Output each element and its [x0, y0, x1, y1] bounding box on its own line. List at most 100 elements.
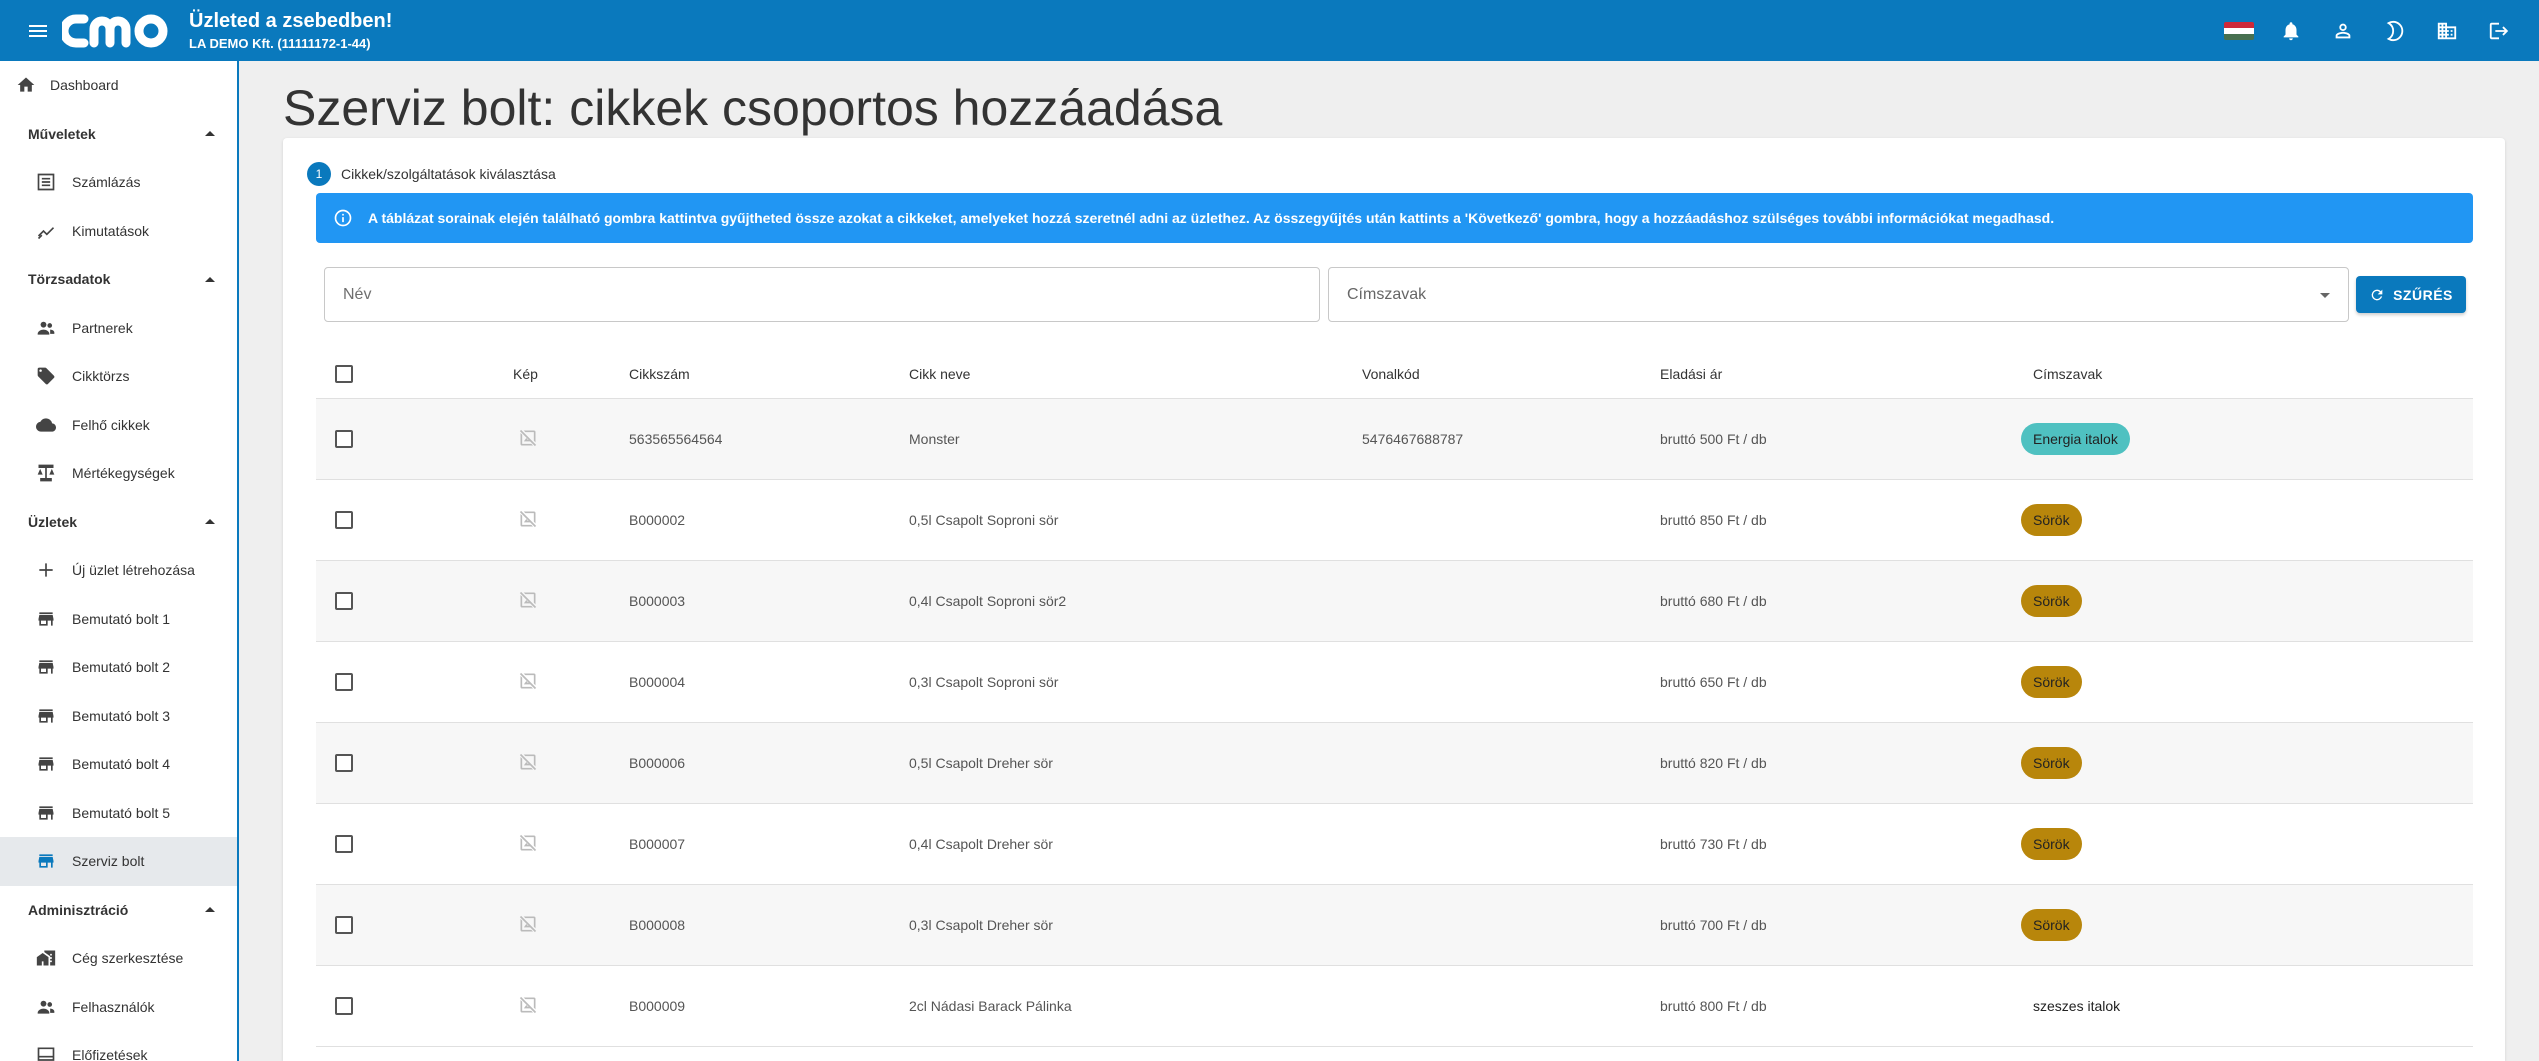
sidebar-item-label: Bemutató bolt 2 — [72, 659, 171, 676]
name-field[interactable] — [324, 267, 1320, 322]
sidebar-item-bolt-3[interactable]: Bemutató bolt 3 — [0, 692, 237, 741]
sidebar-section-adminisztracio[interactable]: Adminisztráció — [0, 886, 237, 935]
app-title: Üzleted a zsebedben! — [189, 9, 393, 32]
dropdown-arrow-icon[interactable] — [2320, 293, 2330, 298]
bell-icon[interactable] — [2265, 5, 2317, 57]
cell-cimszavak: Sörök — [2021, 504, 2082, 536]
sidebar-item-kimutatasok[interactable]: Kimutatások — [0, 207, 237, 256]
sidebar-section-muveletek[interactable]: Műveletek — [0, 110, 237, 159]
sidebar-item-elofizetesek[interactable]: Előfizetések — [0, 1031, 237, 1061]
sidebar-item-partnerek[interactable]: Partnerek — [0, 304, 237, 353]
table-row[interactable]: B000002 0,5l Csapolt Soproni sör bruttó 85… — [316, 480, 2473, 561]
table-row[interactable]: 563565564564 Monster 5476467688787 bruttó 5… — [316, 399, 2473, 480]
cell-vonalkod: 5476467688787 — [1362, 431, 1464, 447]
cell-cimszavak: Sörök — [2021, 585, 2082, 617]
hungarian-flag-icon[interactable] — [2213, 5, 2265, 57]
table-row[interactable]: B000006 0,5l Csapolt Dreher sör bruttó 820… — [316, 723, 2473, 804]
tag-chip: Sörök — [2021, 909, 2082, 941]
hamburger-menu-icon[interactable] — [20, 13, 56, 49]
sidebar-item-mertekegysegek[interactable]: Mértékegységek — [0, 449, 237, 498]
sidebar-item-label: Előfizetések — [72, 1047, 148, 1061]
sidebar-item-dashboard[interactable]: Dashboard — [0, 61, 237, 110]
cell-eladasi-ar: bruttó 500 Ft / db — [1660, 431, 1767, 447]
sidebar-item-ceg-szerkesztese[interactable]: Cég szerkesztése — [0, 934, 237, 983]
sidebar-item-label: Cikktörzs — [72, 368, 130, 385]
row-checkbox[interactable] — [335, 997, 353, 1015]
sidebar-item-szamlazas[interactable]: Számlázás — [0, 158, 237, 207]
sidebar-item-felhasznalok[interactable]: Felhasználók — [0, 983, 237, 1032]
image-off-icon — [518, 590, 538, 613]
sidebar-item-label: Dashboard — [50, 77, 119, 94]
cell-cikkszam: B000009 — [629, 998, 686, 1014]
brand-block: Üzleted a zsebedben! LA DEMO Kft. (11111… — [189, 9, 392, 53]
cell-cikkszam: B000004 — [629, 674, 686, 690]
table-body: 563565564564 Monster 5476467688787 bruttó 5… — [316, 399, 2473, 1047]
sidebar-item-label: Felhasználók — [72, 998, 155, 1015]
store-icon — [34, 849, 58, 873]
col-header-eladasi-ar[interactable]: Eladási ár — [1660, 366, 1722, 382]
cmo-logo[interactable] — [62, 9, 176, 53]
sidebar-item-bolt-1[interactable]: Bemutató bolt 1 — [0, 595, 237, 644]
col-header-cikkszam[interactable]: Cikkszám — [629, 366, 690, 382]
table-row[interactable]: B000009 2cl Nádasi Barack Pálinka bruttó 8… — [316, 966, 2473, 1047]
person-icon[interactable] — [2317, 5, 2369, 57]
col-header-kep[interactable]: Kép — [513, 366, 538, 382]
sidebar-section-torzsadatok[interactable]: Törzsadatok — [0, 255, 237, 304]
row-checkbox[interactable] — [335, 916, 353, 934]
sidebar-item-label: Számlázás — [72, 174, 141, 191]
cell-cikk-neve: Monster — [909, 431, 960, 447]
cell-cikkszam: B000006 — [629, 755, 686, 771]
cell-eladasi-ar: bruttó 700 Ft / db — [1660, 917, 1767, 933]
section-label: Adminisztráció — [28, 901, 129, 918]
tag-chip: Energia italok — [2021, 423, 2130, 455]
sidebar-item-bolt-2[interactable]: Bemutató bolt 2 — [0, 643, 237, 692]
cell-eladasi-ar: bruttó 730 Ft / db — [1660, 836, 1767, 852]
table-header: Kép Cikkszám Cikk neve Vonalkód Eladási … — [316, 349, 2473, 399]
sidebar-item-label: Cég szerkesztése — [72, 950, 184, 967]
people-icon — [34, 316, 58, 340]
sidebar-item-szerviz-bolt[interactable]: Szerviz bolt — [0, 837, 237, 886]
sidebar-item-uj-uzlet[interactable]: Új üzlet létrehozása — [0, 546, 237, 595]
sidebar-item-bolt-5[interactable]: Bemutató bolt 5 — [0, 789, 237, 838]
sidebar-item-label: Bemutató bolt 4 — [72, 756, 171, 773]
row-checkbox[interactable] — [335, 592, 353, 610]
row-checkbox[interactable] — [335, 673, 353, 691]
select-all-checkbox[interactable] — [335, 364, 353, 383]
col-header-cimszavak[interactable]: Címszavak — [2033, 366, 2102, 382]
plus-icon — [34, 558, 58, 582]
sidebar-item-label: Új üzlet létrehozása — [72, 562, 195, 579]
table-row[interactable]: B000008 0,3l Csapolt Dreher sör bruttó 700… — [316, 885, 2473, 966]
sidebar-item-label: Bemutató bolt 5 — [72, 804, 171, 821]
sidebar-item-felho-cikkek[interactable]: Felhő cikkek — [0, 401, 237, 450]
cell-cikk-neve: 0,4l Csapolt Dreher sör — [909, 836, 1053, 852]
row-checkbox[interactable] — [335, 835, 353, 853]
image-off-icon — [518, 509, 538, 532]
row-checkbox[interactable] — [335, 511, 353, 529]
name-input[interactable] — [343, 285, 1319, 304]
tags-select[interactable]: Címszavak — [1328, 267, 2349, 322]
sidebar-section-uzletek[interactable]: Üzletek — [0, 498, 237, 547]
sidebar-item-bolt-4[interactable]: Bemutató bolt 4 — [0, 740, 237, 789]
row-checkbox[interactable] — [335, 430, 353, 448]
cell-eladasi-ar: bruttó 800 Ft / db — [1660, 998, 1767, 1014]
table-row[interactable]: B000003 0,4l Csapolt Soproni sör2 bruttó 6… — [316, 561, 2473, 642]
tag-chip: Sörök — [2021, 666, 2082, 698]
tag-chip: Sörök — [2021, 585, 2082, 617]
row-checkbox[interactable] — [335, 754, 353, 772]
tag-icon — [34, 364, 58, 388]
moon-icon[interactable] — [2369, 5, 2421, 57]
building-icon[interactable] — [2421, 5, 2473, 57]
sidebar-item-cikktorzs[interactable]: Cikktörzs — [0, 352, 237, 401]
cell-eladasi-ar: bruttó 650 Ft / db — [1660, 674, 1767, 690]
col-header-vonalkod[interactable]: Vonalkód — [1362, 366, 1420, 382]
tag-chip: Sörök — [2021, 747, 2082, 779]
sidebar-item-label: Kimutatások — [72, 222, 150, 239]
filter-button[interactable]: SZŰRÉS — [2356, 276, 2466, 313]
table-row[interactable]: B000004 0,3l Csapolt Soproni sör bruttó 65… — [316, 642, 2473, 723]
table-row[interactable]: B000007 0,4l Csapolt Dreher sör bruttó 730… — [316, 804, 2473, 885]
logout-icon[interactable] — [2473, 5, 2525, 57]
section-label: Üzletek — [28, 513, 78, 530]
col-header-cikk-neve[interactable]: Cikk neve — [909, 366, 970, 382]
scale-icon — [34, 461, 58, 485]
step-number: 1 — [307, 162, 331, 186]
